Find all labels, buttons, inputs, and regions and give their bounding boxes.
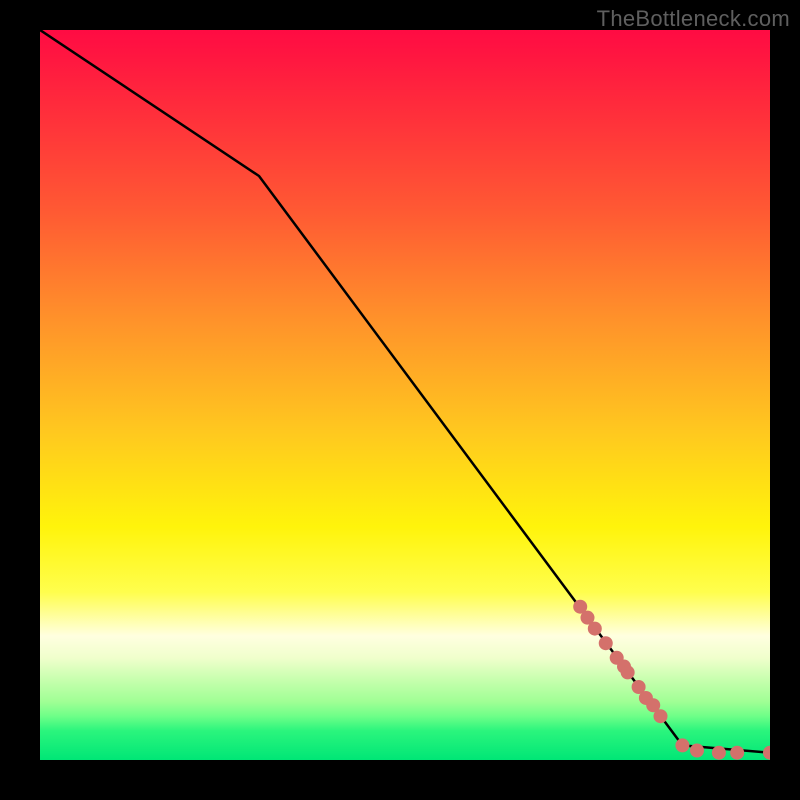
chart-svg (40, 30, 770, 760)
data-point (599, 636, 613, 650)
chart-frame: TheBottleneck.com (0, 0, 800, 800)
data-point (730, 746, 744, 760)
data-point (654, 709, 668, 723)
data-point (763, 746, 770, 760)
data-point (712, 746, 726, 760)
curve-line (40, 30, 770, 753)
data-point (690, 744, 704, 758)
data-point (621, 665, 635, 679)
watermark-text: TheBottleneck.com (597, 6, 790, 32)
data-point (588, 622, 602, 636)
plot-area (40, 30, 770, 760)
data-point (675, 738, 689, 752)
